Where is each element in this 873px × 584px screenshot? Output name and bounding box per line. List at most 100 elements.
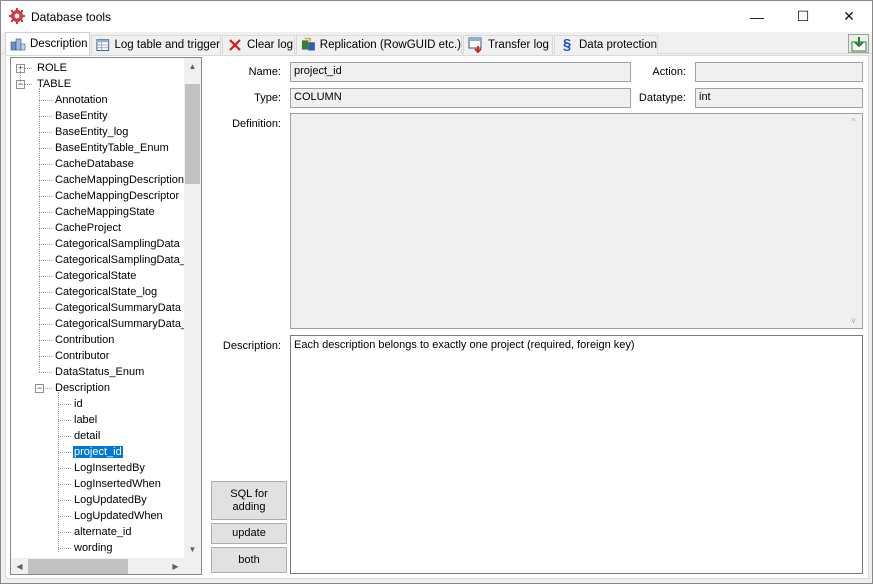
tree-item[interactable]: DataStatus_Enum: [54, 364, 145, 380]
tree-item[interactable]: LogUpdatedBy: [73, 492, 148, 508]
tree-item[interactable]: Annotation: [54, 92, 109, 108]
scroll-left-icon[interactable]: ◀: [11, 558, 28, 574]
sql-for-adding-button[interactable]: SQL for adding: [211, 481, 287, 520]
tree-item-label: wording: [74, 542, 113, 554]
tree-item[interactable]: CategoricalState_log: [54, 284, 158, 300]
tree-item-label: BaseEntity_log: [55, 126, 129, 138]
both-button[interactable]: both: [211, 547, 287, 573]
tree-item-label: alternate_id: [74, 526, 132, 538]
tab-label: Clear log: [247, 39, 294, 51]
tree-connector: [39, 100, 52, 101]
tree-item[interactable]: wording: [73, 540, 114, 556]
tree-item[interactable]: label: [73, 412, 98, 428]
tab-transfer-log[interactable]: Transfer log: [463, 35, 553, 54]
tree-item-label: id: [74, 398, 83, 410]
tree-item[interactable]: detail: [73, 428, 101, 444]
tree-item[interactable]: CacheMappingDescriptor: [54, 188, 180, 204]
type-label: Type:: [254, 92, 281, 104]
tree-connector: [39, 196, 52, 197]
description-textarea[interactable]: Each description belongs to exactly one …: [290, 335, 863, 574]
scroll-down-icon[interactable]: ▼: [184, 541, 201, 558]
tree-item[interactable]: CategoricalSamplingData_lo: [54, 252, 195, 268]
scroll-corner: [184, 558, 201, 574]
scroll-up-icon[interactable]: ^: [846, 117, 861, 126]
tab-description[interactable]: Description: [5, 32, 90, 55]
object-tree[interactable]: + ROLE − TABLE Annotation BaseEntity BaseEntit…: [10, 57, 202, 575]
tree-item-label: LogInsertedWhen: [74, 478, 161, 490]
close-button[interactable]: ✕: [826, 1, 872, 32]
tree-item[interactable]: BaseEntityTable_Enum: [54, 140, 170, 156]
tree-connector: [58, 392, 59, 552]
tree-item[interactable]: CategoricalSamplingData: [54, 236, 181, 252]
tree-connector: [58, 468, 71, 469]
definition-field[interactable]: ^ v: [290, 113, 863, 329]
tree-item-label: LogInsertedBy: [74, 462, 145, 474]
definition-scrollbar[interactable]: ^ v: [846, 115, 861, 327]
tree-horizontal-scroll-thumb[interactable]: [28, 559, 128, 574]
update-label: update: [232, 527, 266, 539]
tree-item[interactable]: CacheMappingDescription: [54, 172, 185, 188]
tree-connector: [39, 180, 52, 181]
description-icon: [10, 38, 26, 51]
tree-connector: [39, 372, 52, 373]
tree-item[interactable]: BaseEntity: [54, 108, 109, 124]
tree-connector: [39, 308, 52, 309]
tree-item[interactable]: CacheDatabase: [54, 156, 135, 172]
export-button[interactable]: [848, 34, 869, 53]
tab-clear-log[interactable]: Clear log: [222, 35, 295, 54]
maximize-button[interactable]: ☐: [780, 1, 826, 32]
tree-item[interactable]: LogUpdatedWhen: [73, 508, 164, 524]
tree-horizontal-scrollbar[interactable]: ◀ ▶: [11, 558, 184, 574]
database-tools-window: Database tools — ☐ ✕ Description Log tab…: [0, 0, 873, 584]
tree-vertical-scroll-thumb[interactable]: [185, 84, 200, 184]
tree-item-label: CategoricalSummaryData_lo: [55, 318, 196, 330]
tree-item[interactable]: alternate_id: [73, 524, 133, 540]
replication-icon: [301, 37, 315, 51]
tree-item[interactable]: LogInsertedWhen: [73, 476, 162, 492]
tab-replication[interactable]: Replication (RowGUID etc.): [296, 35, 462, 54]
tree-item[interactable]: TABLE: [36, 76, 72, 92]
tree-item[interactable]: Description: [54, 380, 111, 396]
tab-label: Replication (RowGUID etc.): [319, 39, 461, 51]
update-button[interactable]: update: [211, 523, 287, 544]
name-field[interactable]: project_id: [290, 62, 631, 82]
tree-connector: [58, 452, 71, 453]
tab-log-table-and-trigger[interactable]: Log table and trigger: [91, 35, 221, 54]
datatype-field[interactable]: int: [695, 88, 863, 108]
tree-connector: [58, 516, 71, 517]
tree-item[interactable]: CategoricalSummaryData_lo: [54, 316, 197, 332]
tree-item[interactable]: CacheProject: [54, 220, 122, 236]
tree-item[interactable]: CategoricalState: [54, 268, 137, 284]
tree-item[interactable]: project_id: [73, 444, 123, 460]
tab-data-protection[interactable]: § Data protection: [554, 35, 658, 54]
tree-item[interactable]: CategoricalSummaryData: [54, 300, 182, 316]
tree-item[interactable]: Contribution: [54, 332, 115, 348]
tree-item[interactable]: id: [73, 396, 84, 412]
tree-connector: [58, 436, 71, 437]
gear-icon: [9, 8, 25, 24]
tree-vertical-scrollbar[interactable]: ▲ ▼: [184, 58, 201, 558]
scroll-right-icon[interactable]: ▶: [167, 558, 184, 574]
tree-item[interactable]: CacheMappingState: [54, 204, 156, 220]
minimize-button[interactable]: —: [734, 1, 780, 32]
red-x-icon: [229, 39, 241, 51]
tree-item[interactable]: Contributor: [54, 348, 110, 364]
type-field[interactable]: COLUMN: [290, 88, 631, 108]
tree-connector: [39, 324, 52, 325]
tab-strip: Description Log table and trigger Clear …: [1, 32, 872, 55]
action-field[interactable]: [695, 62, 863, 82]
collapse-icon[interactable]: −: [35, 384, 44, 393]
tree-item-label: CategoricalState: [55, 270, 137, 282]
log-table-icon: [96, 39, 110, 51]
scroll-up-icon[interactable]: ▲: [184, 58, 201, 75]
tree-connector: [58, 500, 71, 501]
tab-label: Data protection: [579, 39, 657, 51]
tree-item[interactable]: LogInsertedBy: [73, 460, 146, 476]
tree-item[interactable]: BaseEntity_log: [54, 124, 129, 140]
scroll-down-icon[interactable]: v: [846, 316, 861, 325]
tree-connector: [58, 484, 71, 485]
tree-item[interactable]: ROLE: [36, 60, 68, 76]
description-label: Description:: [222, 340, 281, 352]
tree-item-label: BaseEntity: [55, 110, 108, 122]
tree-connector: [39, 148, 52, 149]
